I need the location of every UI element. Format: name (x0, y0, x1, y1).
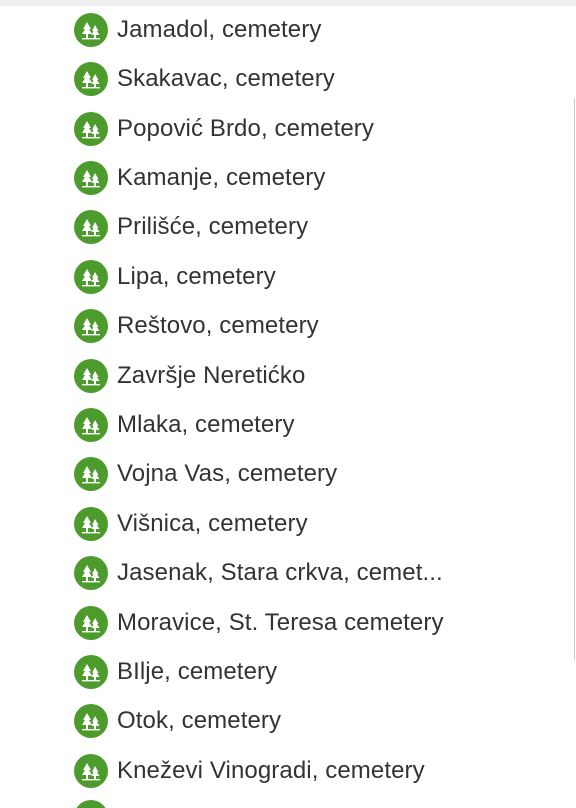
cemetery-name: Jasenak, Stara crkva, cemet... (117, 559, 443, 586)
cemetery-name: Reštovo, cemetery (117, 312, 319, 339)
list-item[interactable]: Vojna Vas, cemetery (74, 457, 337, 491)
cemetery-pin-icon (74, 507, 108, 541)
trees-icon (82, 565, 100, 583)
cemetery-pin-icon (74, 556, 108, 590)
cemetery-name: Jamadol, cemetery (117, 16, 322, 43)
list-item[interactable]: Višnica, cemetery (74, 507, 308, 541)
list-item[interactable]: Završje Neretićko (74, 359, 305, 393)
cemetery-pin-icon (74, 112, 108, 146)
cemetery-name: Višnica, cemetery (117, 510, 308, 537)
list-item[interactable]: Popović Brdo, cemetery (74, 112, 374, 146)
list-item[interactable]: Prilišće, cemetery (74, 210, 308, 244)
cemetery-list-panel: Jamadol, cemetery Skakavac, cemetery Pop… (0, 0, 576, 808)
cemetery-name: Prilišće, cemetery (117, 213, 309, 240)
cemetery-name: Lipa, cemetery (117, 263, 276, 290)
list-item-partial[interactable] (74, 800, 108, 808)
cemetery-name: Mlaka, cemetery (117, 411, 295, 438)
list-item[interactable]: Mlaka, cemetery (74, 408, 295, 442)
cemetery-pin-icon (74, 704, 108, 738)
cemetery-pin-icon (74, 655, 108, 689)
list-item[interactable]: Jamadol, cemetery (74, 13, 321, 47)
top-divider (0, 0, 576, 6)
list-item[interactable]: Lipa, cemetery (74, 260, 276, 294)
cemetery-pin-icon (74, 359, 108, 393)
list-item[interactable]: Otok, cemetery (74, 704, 281, 738)
cemetery-name: Popović Brdo, cemetery (117, 115, 374, 142)
cemetery-pin-icon (74, 260, 108, 294)
cemetery-pin-icon (74, 457, 108, 491)
cemetery-pin-icon (74, 62, 108, 96)
trees-icon (82, 22, 100, 40)
trees-icon (82, 318, 100, 336)
trees-icon (82, 170, 100, 188)
trees-icon (82, 121, 100, 139)
trees-icon (82, 269, 100, 287)
trees-icon (82, 763, 100, 781)
cemetery-pin-icon (74, 754, 108, 788)
list-item[interactable]: Jasenak, Stara crkva, cemet... (74, 556, 443, 590)
list-item[interactable]: BIlje, cemetery (74, 655, 277, 689)
trees-icon (82, 417, 100, 435)
cemetery-pin-icon (74, 13, 108, 47)
trees-icon (82, 516, 100, 534)
cemetery-pin-icon (74, 606, 108, 640)
list-item[interactable]: Kneževi Vinogradi, cemetery (74, 754, 425, 788)
cemetery-pin-icon (74, 408, 108, 442)
cemetery-name: Završje Neretićko (117, 362, 306, 389)
cemetery-pin-icon (74, 800, 108, 808)
cemetery-name: Kneževi Vinogradi, cemetery (117, 757, 425, 784)
trees-icon (82, 368, 100, 386)
cemetery-pin-icon (74, 309, 108, 343)
trees-icon (82, 664, 100, 682)
cemetery-pin-icon (74, 161, 108, 195)
list-item[interactable]: Kamanje, cemetery (74, 161, 325, 195)
cemetery-name: Otok, cemetery (117, 707, 282, 734)
trees-icon (82, 466, 100, 484)
cemetery-name: Moravice, St. Teresa cemetery (117, 609, 444, 636)
list-item[interactable]: Skakavac, cemetery (74, 62, 335, 96)
cemetery-name: BIlje, cemetery (117, 658, 278, 685)
trees-icon (82, 219, 100, 237)
scrollbar-edge (574, 98, 575, 660)
list-item[interactable]: Moravice, St. Teresa cemetery (74, 606, 444, 640)
cemetery-pin-icon (74, 210, 108, 244)
cemetery-name: Skakavac, cemetery (117, 65, 335, 92)
trees-icon (82, 71, 100, 89)
trees-icon (82, 713, 100, 731)
list-item[interactable]: Reštovo, cemetery (74, 309, 319, 343)
trees-icon (82, 615, 100, 633)
cemetery-name: Kamanje, cemetery (117, 164, 326, 191)
cemetery-name: Vojna Vas, cemetery (117, 460, 338, 487)
